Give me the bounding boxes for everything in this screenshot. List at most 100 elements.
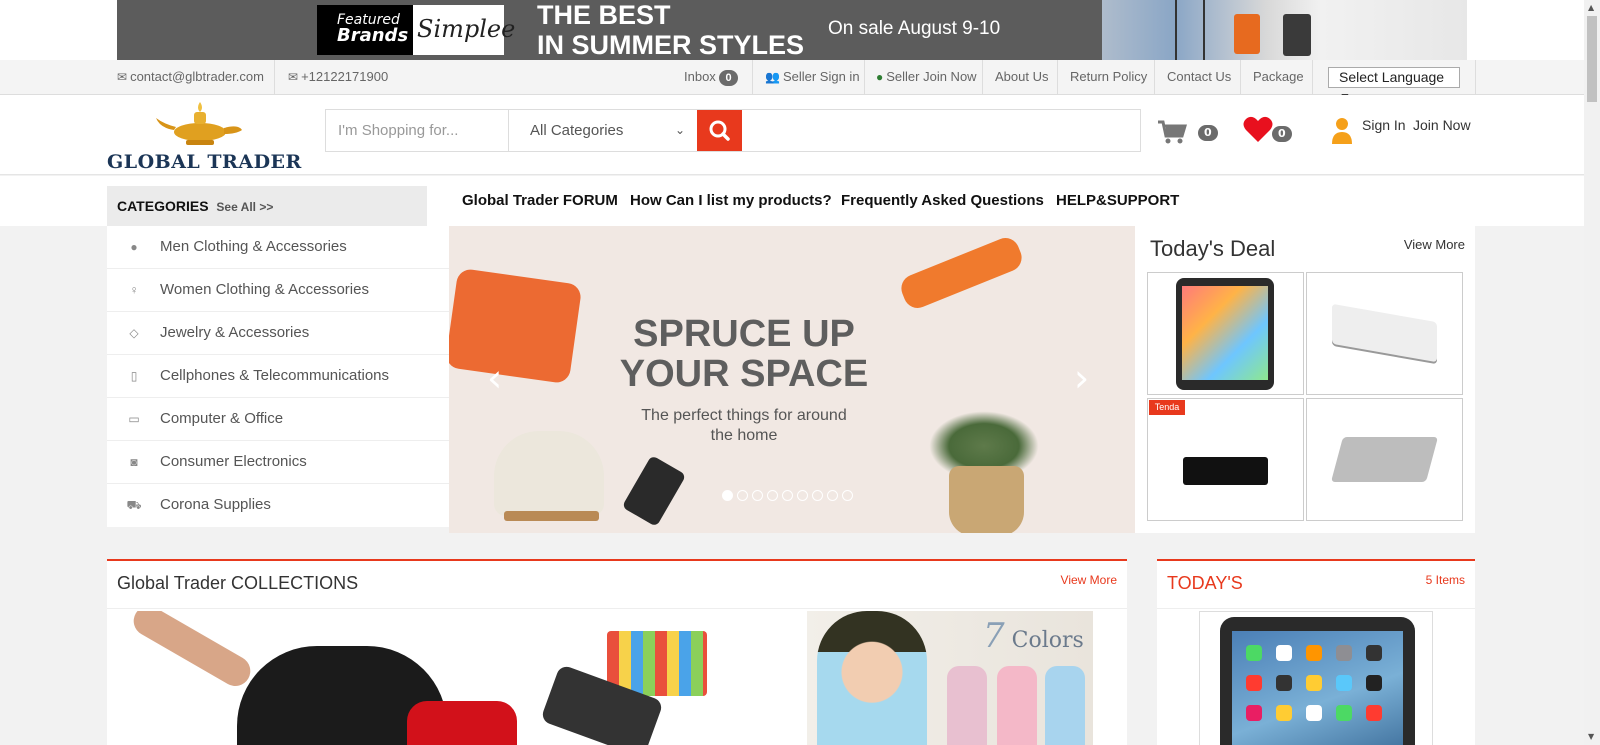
- person-icon: ●: [130, 240, 138, 254]
- category-label: Men Clothing & Accessories: [160, 238, 347, 255]
- page-scrollbar[interactable]: ▲ ▼: [1584, 0, 1600, 745]
- slider-dot[interactable]: [737, 490, 748, 501]
- sign-in-link[interactable]: Sign In: [1362, 117, 1406, 133]
- search-button[interactable]: [697, 110, 742, 151]
- featured-brands-label: Featured Brands: [317, 5, 413, 55]
- magic-lamp-logo-icon[interactable]: [150, 98, 245, 148]
- site-header: GLOBAL TRADER All Categories ⌄ 0 0 Sign …: [0, 95, 1584, 175]
- category-item-men[interactable]: ● Men Clothing & Accessories: [107, 226, 449, 269]
- category-list: ● Men Clothing & Accessories ♀ Women Cloth…: [107, 226, 449, 527]
- collection-banner-fashion[interactable]: [107, 611, 787, 745]
- todays-product-card[interactable]: [1199, 611, 1433, 745]
- todays-deal-view-more[interactable]: View More: [1404, 237, 1465, 252]
- nav-forum-link[interactable]: Global Trader FORUM: [462, 192, 618, 209]
- join-now-link[interactable]: Join Now: [1413, 117, 1471, 133]
- slide-headline-line1: SPRUCE UP: [633, 313, 855, 355]
- scroll-up-arrow-icon[interactable]: ▲: [1588, 3, 1594, 12]
- scroll-down-arrow-icon[interactable]: ▼: [1588, 732, 1594, 741]
- colors-word: Colors: [1011, 628, 1084, 653]
- collections-view-more[interactable]: View More: [1061, 573, 1117, 587]
- category-item-cellphones[interactable]: ▯ Cellphones & Telecommunications: [107, 355, 449, 398]
- category-item-jewelry[interactable]: ◇ Jewelry & Accessories: [107, 312, 449, 355]
- slide-subtext-line1: The perfect things for around: [641, 407, 847, 424]
- slider-dot[interactable]: [812, 490, 823, 501]
- dark-jar-image: [1283, 14, 1311, 56]
- nav-list-products-link[interactable]: How Can I list my products?: [630, 192, 832, 209]
- category-label: Jewelry & Accessories: [160, 324, 310, 341]
- logo-text[interactable]: GLOBAL TRADER: [107, 151, 302, 173]
- scroll-thumb[interactable]: [1587, 16, 1597, 102]
- language-select[interactable]: Select Language ▼: [1328, 67, 1460, 104]
- slider-dot[interactable]: [797, 490, 808, 501]
- todays-deal-panel: Today's Deal View More Tenda: [1135, 226, 1475, 533]
- category-dropdown[interactable]: All Categories ⌄: [510, 110, 695, 151]
- chevron-right-icon[interactable]: ›: [1074, 356, 1089, 400]
- heart-icon[interactable]: [1243, 115, 1273, 143]
- promo-banner[interactable]: Featured Brands Simplee THE BEST IN SUMM…: [117, 0, 1467, 60]
- dress-image: [947, 666, 987, 745]
- category-item-corona[interactable]: ⛟ Corona Supplies: [107, 484, 449, 527]
- slider-dot[interactable]: [767, 490, 778, 501]
- banner-headline: THE BEST IN SUMMER STYLES: [537, 0, 804, 60]
- user-icon: ●: [876, 70, 884, 84]
- cart-count-badge: 0: [1198, 125, 1218, 141]
- deal-product-router[interactable]: Tenda: [1147, 398, 1304, 521]
- slider-dot[interactable]: [782, 490, 793, 501]
- about-link[interactable]: About Us: [995, 60, 1048, 94]
- collection-banner-kids[interactable]: 7 Colors: [807, 611, 1093, 745]
- divider: [107, 608, 1127, 609]
- teapot-base-image: [504, 511, 599, 521]
- deal-product-switch[interactable]: [1306, 272, 1463, 395]
- inbox-link[interactable]: Inbox 0: [684, 60, 738, 94]
- divider: [1154, 60, 1155, 94]
- return-policy-link[interactable]: Return Policy: [1070, 60, 1147, 94]
- phone-link[interactable]: ✉ +12122171900: [288, 60, 388, 94]
- email-link[interactable]: ✉ contact@glbtrader.com: [117, 60, 264, 94]
- tablet-image: [1176, 278, 1274, 390]
- seller-join-link[interactable]: ● Seller Join Now: [876, 60, 977, 94]
- speaker-image: [1330, 437, 1439, 482]
- router-image: [1183, 457, 1268, 485]
- wishlist-count-badge: 0: [1272, 126, 1292, 142]
- plant-basket-image: [949, 466, 1024, 533]
- category-item-electronics[interactable]: ◙ Consumer Electronics: [107, 441, 449, 484]
- hero-slider[interactable]: SPRUCE UP YOUR SPACE The perfect things …: [449, 226, 1135, 533]
- slider-dot[interactable]: [842, 490, 853, 501]
- deal-product-tablet[interactable]: [1147, 272, 1304, 395]
- see-all-link[interactable]: See All >>: [216, 200, 273, 214]
- seller-signin-link[interactable]: 👥 Seller Sign in: [765, 60, 860, 94]
- slider-dot[interactable]: [722, 490, 733, 501]
- category-item-computer[interactable]: ▭ Computer & Office: [107, 398, 449, 441]
- mobile-icon: ▯: [130, 369, 138, 383]
- slider-dot[interactable]: [752, 490, 763, 501]
- user-icon[interactable]: [1331, 117, 1353, 144]
- email-text: contact@glbtrader.com: [130, 69, 264, 84]
- chevron-down-icon: ⌄: [674, 123, 685, 137]
- divider: [752, 60, 753, 94]
- category-item-women[interactable]: ♀ Women Clothing & Accessories: [107, 269, 449, 312]
- search-input[interactable]: [326, 110, 509, 151]
- divider: [1475, 60, 1476, 94]
- todays-deal-title: Today's Deal: [1150, 236, 1276, 261]
- divider: [1157, 608, 1475, 609]
- category-label: Consumer Electronics: [160, 453, 307, 470]
- nav-help-support-link[interactable]: HELP&SUPPORT: [1056, 192, 1179, 209]
- envelope-icon: ✉: [288, 70, 299, 84]
- contact-link[interactable]: Contact Us: [1167, 60, 1231, 94]
- deal-product-speaker[interactable]: [1306, 398, 1463, 521]
- package-link[interactable]: Package: [1253, 60, 1304, 94]
- network-switch-image: [1332, 303, 1437, 363]
- banner-rails: [1175, 0, 1205, 60]
- camera-icon: ◙: [130, 455, 138, 469]
- chevron-left-icon[interactable]: ‹: [487, 356, 502, 400]
- slider-dot[interactable]: [827, 490, 838, 501]
- brand-name: Simplee: [417, 15, 516, 43]
- todays-item-count[interactable]: 5 Items: [1426, 573, 1465, 587]
- slide-headline-line2: YOUR SPACE: [619, 353, 869, 395]
- todays-title: TODAY'S: [1167, 573, 1243, 593]
- category-label: Women Clothing & Accessories: [160, 281, 369, 298]
- divider: [982, 60, 983, 94]
- cart-icon[interactable]: [1157, 119, 1187, 145]
- female-icon: ♀: [129, 283, 139, 297]
- nav-faq-link[interactable]: Frequently Asked Questions: [841, 192, 1044, 209]
